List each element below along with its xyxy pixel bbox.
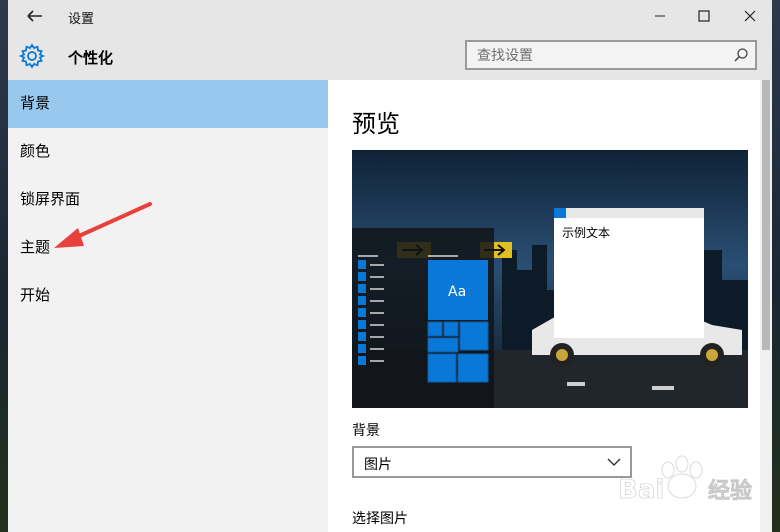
preview-heading: 预览 [352, 110, 400, 138]
close-button[interactable] [730, 4, 770, 28]
sidebar-item-start[interactable]: 开始 [8, 272, 328, 320]
choose-picture-label: 选择图片 [352, 511, 408, 527]
preview-wallpaper [352, 150, 748, 408]
search-box[interactable] [465, 40, 757, 70]
sidebar-item-label: 背景 [20, 94, 51, 112]
svg-text:经验: 经验 [708, 478, 752, 504]
settings-window: 设置 个性化 查找设置 背景 颜色 锁屏界面 主题 开始 预览 Aa 示例文本 … [8, 0, 772, 532]
window-title: 设置 [68, 12, 95, 27]
back-arrow-icon [27, 10, 42, 22]
maximize-icon [698, 10, 710, 22]
search-input[interactable] [475, 46, 729, 66]
preview-tile-text: Aa [448, 284, 467, 300]
svg-text:Bai: Bai [618, 475, 664, 505]
sidebar-item-label: 颜色 [20, 142, 51, 160]
gear-icon [18, 42, 46, 70]
desktop-preview: Aa 示例文本 [352, 150, 748, 408]
sidebar-item-label: 主题 [20, 238, 51, 256]
page-header: 个性化 [8, 32, 772, 80]
background-label: 背景 [352, 423, 380, 439]
sidebar-item-colors[interactable]: 颜色 [8, 128, 328, 176]
svg-text:jingyan.baidu.com: jingyan.baidu.com [637, 510, 740, 523]
close-icon [744, 10, 756, 22]
minimize-button[interactable] [640, 4, 680, 28]
sidebar: 背景 颜色 锁屏界面 主题 开始 [8, 80, 328, 532]
back-button[interactable] [20, 4, 48, 28]
minimize-icon [655, 15, 665, 17]
sidebar-item-background[interactable]: 背景 [8, 80, 328, 128]
search-icon[interactable] [733, 47, 749, 63]
maximize-button[interactable] [684, 4, 724, 28]
background-dropdown[interactable]: 图片 [352, 446, 632, 478]
background-dropdown-value: 图片 [364, 457, 392, 473]
page-title: 个性化 [68, 49, 114, 67]
title-bar: 设置 [8, 0, 772, 32]
annotation-arrow-icon [54, 202, 152, 248]
sidebar-item-label: 开始 [20, 286, 51, 304]
baidu-watermark-logo: Bai 经验 jingyan.baidu.com [618, 455, 752, 523]
scrollbar-thumb[interactable] [762, 80, 770, 350]
preview-sample-text: 示例文本 [562, 226, 611, 240]
